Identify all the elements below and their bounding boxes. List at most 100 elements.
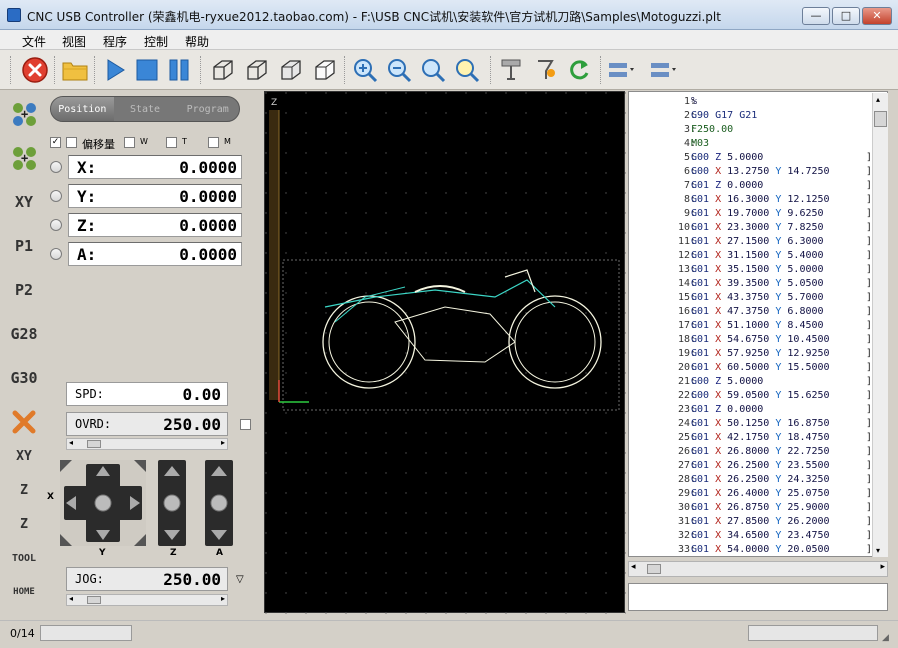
tab-position[interactable]: Position — [51, 97, 114, 121]
gcode-line[interactable]: 29: G01 X 26.4000 Y 25.0750] — [629, 488, 874, 502]
jog-a-pad[interactable] — [205, 460, 233, 546]
scroll-up-icon[interactable]: ▴ — [876, 95, 880, 104]
coord-z-radio[interactable] — [50, 219, 62, 231]
gcode-line[interactable]: 28: G01 X 26.2500 Y 24.3250] — [629, 474, 874, 488]
slider-right-arrow-icon[interactable]: ▸ — [221, 438, 225, 447]
gcode-line[interactable]: 20: G01 X 60.5000 Y 15.5000] — [629, 362, 874, 376]
gcode-line[interactable]: 2: G90 G17 G21 — [629, 110, 874, 124]
coord-y-radio[interactable] — [50, 190, 62, 202]
goto-p2-button[interactable]: P2 — [6, 268, 42, 312]
zoom-in-icon[interactable] — [350, 55, 380, 85]
gcode-vertical-scrollbar[interactable]: ▴ ▾ — [872, 93, 888, 557]
gcode-scroll-thumb[interactable] — [874, 111, 887, 127]
slider-left-arrow-icon[interactable]: ◂ — [69, 438, 73, 447]
gcode-line[interactable]: 25: G01 X 42.1750 Y 18.4750] — [629, 432, 874, 446]
g30-button[interactable]: G30 — [6, 356, 42, 400]
menu-view[interactable]: 视图 — [62, 33, 86, 50]
gcode-line[interactable]: 16: G01 X 47.3750 Y 6.8000] — [629, 306, 874, 320]
offset-m-checkbox[interactable] — [208, 137, 219, 148]
offset-w-checkbox[interactable] — [124, 137, 135, 148]
gcode-line[interactable]: 8: G01 X 16.3000 Y 12.1250] — [629, 194, 874, 208]
scroll-down-icon[interactable]: ▾ — [876, 546, 880, 555]
tool-move-minus-icon[interactable]: + — [6, 136, 42, 180]
tool-setup-icon[interactable] — [496, 55, 526, 85]
zoom-out-icon[interactable] — [384, 55, 414, 85]
menu-help[interactable]: 帮助 — [185, 33, 209, 50]
home-button[interactable]: HOME — [6, 570, 42, 614]
override-slider-thumb[interactable] — [87, 440, 101, 448]
maximize-button[interactable]: □ — [832, 7, 860, 25]
play-icon[interactable] — [100, 55, 130, 85]
offset-t-checkbox[interactable] — [166, 137, 177, 148]
jog-dropdown-icon[interactable]: ▽ — [236, 574, 244, 585]
gcode-line[interactable]: 26: G01 X 26.8000 Y 22.7250] — [629, 446, 874, 460]
gcode-hscroll-thumb[interactable] — [647, 564, 661, 574]
override-checkbox[interactable] — [240, 419, 251, 430]
refresh-icon[interactable] — [564, 55, 594, 85]
gcode-line[interactable]: 7: G01 Z 0.0000] — [629, 180, 874, 194]
menu-file[interactable]: 文件 — [22, 33, 46, 50]
jog-slider[interactable]: ◂ ▸ — [66, 594, 228, 606]
hscroll-right-icon[interactable]: ▸ — [880, 562, 885, 572]
jog-z-pad[interactable] — [158, 460, 186, 546]
goto-xy-zero-button[interactable]: XY — [6, 180, 42, 224]
jog-x-icon[interactable] — [606, 55, 636, 85]
gcode-line[interactable]: 15: G01 X 43.3750 Y 5.7000] — [629, 292, 874, 306]
zoom-fit-icon[interactable] — [418, 55, 448, 85]
gcode-line[interactable]: 4: M03 — [629, 138, 874, 152]
gcode-line[interactable]: 18: G01 X 54.6750 Y 10.4500] — [629, 334, 874, 348]
open-folder-icon[interactable] — [60, 55, 90, 85]
gcode-line[interactable]: 21: G00 Z 5.0000] — [629, 376, 874, 390]
toolpath-viewport[interactable]: Z — [264, 91, 626, 614]
probe-icon[interactable] — [530, 55, 560, 85]
gcode-line[interactable]: 1:% — [629, 96, 874, 110]
override-slider[interactable]: ◂ ▸ — [66, 438, 228, 450]
jog-slider-left-arrow-icon[interactable]: ◂ — [69, 594, 73, 603]
mdi-input[interactable] — [628, 583, 888, 611]
gcode-line[interactable]: 22: G00 X 59.0500 Y 15.6250] — [629, 390, 874, 404]
menu-control[interactable]: 控制 — [144, 33, 168, 50]
gcode-line[interactable]: 27: G01 X 26.2500 Y 23.5500] — [629, 460, 874, 474]
stop-square-icon[interactable] — [132, 55, 162, 85]
gcode-line[interactable]: 24: G01 X 50.1250 Y 16.8750] — [629, 418, 874, 432]
gcode-line[interactable]: 32: G01 X 34.6500 Y 23.4750] — [629, 530, 874, 544]
g28-button[interactable]: G28 — [6, 312, 42, 356]
offset-checkbox[interactable]: ✓ — [50, 137, 61, 148]
jog-xy-pad[interactable] — [60, 460, 146, 546]
zoom-window-icon[interactable] — [452, 55, 482, 85]
offset-enable-checkbox[interactable] — [66, 137, 77, 148]
gcode-horizontal-scrollbar[interactable]: ◂ ▸ — [628, 561, 888, 577]
view-front-icon[interactable] — [242, 55, 272, 85]
gcode-editor[interactable]: 1:% 2: G90 G17 G21 3: F250.00 4: M03 5: G00 Z 5.… — [628, 91, 888, 557]
minimize-button[interactable]: — — [802, 7, 830, 25]
gcode-line[interactable]: 13: G01 X 35.1500 Y 5.0000] — [629, 264, 874, 278]
gcode-line[interactable]: 12: G01 X 31.1500 Y 5.4000] — [629, 250, 874, 264]
gcode-line[interactable]: 9: G01 X 19.7000 Y 9.6250] — [629, 208, 874, 222]
resize-grip-icon[interactable]: ◢ — [882, 633, 889, 643]
gcode-line[interactable]: 33: G01 X 54.0000 Y 20.0500] — [629, 544, 874, 558]
tab-state[interactable]: State — [114, 97, 177, 121]
menu-program[interactable]: 程序 — [103, 33, 127, 50]
gcode-line[interactable]: 5: G00 Z 5.0000] — [629, 152, 874, 166]
stop-icon[interactable] — [20, 55, 50, 85]
view-side-icon[interactable] — [276, 55, 306, 85]
gcode-line[interactable]: 3: F250.00 — [629, 124, 874, 138]
jog-slider-right-arrow-icon[interactable]: ▸ — [221, 594, 225, 603]
gcode-line[interactable]: 11: G01 X 27.1500 Y 6.3000] — [629, 236, 874, 250]
gcode-line[interactable]: 17: G01 X 51.1000 Y 8.4500] — [629, 320, 874, 334]
gcode-line[interactable]: 19: G01 X 57.9250 Y 12.9250] — [629, 348, 874, 362]
view-top-icon[interactable] — [310, 55, 340, 85]
tool-move-plus-icon[interactable]: + — [6, 92, 42, 136]
goto-p1-button[interactable]: P1 — [6, 224, 42, 268]
coord-a-radio[interactable] — [50, 248, 62, 260]
gcode-line[interactable]: 23: G01 Z 0.0000] — [629, 404, 874, 418]
gcode-line[interactable]: 31: G01 X 27.8500 Y 26.2000] — [629, 516, 874, 530]
view-iso-icon[interactable] — [208, 55, 238, 85]
pause-icon[interactable] — [164, 55, 194, 85]
jog-y-icon[interactable] — [648, 55, 678, 85]
coord-x-radio[interactable] — [50, 161, 62, 173]
gcode-line[interactable]: 14: G01 X 39.3500 Y 5.0500] — [629, 278, 874, 292]
jog-slider-thumb[interactable] — [87, 596, 101, 604]
tab-program[interactable]: Program — [176, 97, 239, 121]
close-button[interactable]: ✕ — [862, 7, 892, 25]
